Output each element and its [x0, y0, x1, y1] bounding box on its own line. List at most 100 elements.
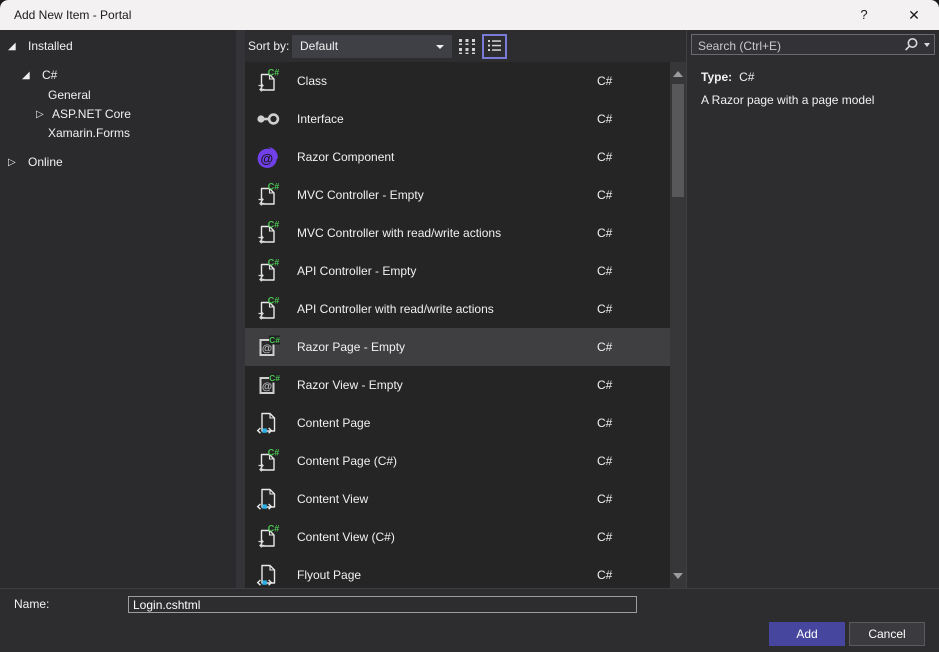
type-label: Type:: [701, 70, 732, 84]
template-item-mvc-controller-with-read-write-actions[interactable]: C#MVC Controller with read/write actions…: [245, 214, 670, 252]
name-input[interactable]: [128, 596, 637, 613]
sort-dropdown[interactable]: Default: [292, 35, 452, 58]
search-box[interactable]: [691, 34, 935, 55]
template-item-razor-page-empty[interactable]: @C# Razor Page - Empty C#: [245, 328, 670, 366]
template-name: Content View: [297, 480, 368, 518]
template-name: Content Page: [297, 404, 370, 442]
name-row: Name:: [0, 588, 939, 620]
sidebar-item-label: ASP.NET Core: [52, 105, 131, 124]
template-language: C#: [597, 556, 612, 588]
search-input[interactable]: [696, 36, 885, 55]
list-view-button[interactable]: [482, 34, 507, 59]
template-item-razor-view-empty[interactable]: @C# Razor View - Empty C#: [245, 366, 670, 404]
template-language: C#: [597, 214, 612, 252]
template-item-content-page[interactable]: Content Page C#: [245, 404, 670, 442]
csharp-file-icon: C#: [254, 67, 282, 95]
template-item-content-page-c[interactable]: C#Content Page (C#)C#: [245, 442, 670, 480]
sidebar-item-label: Installed: [28, 37, 73, 56]
csharp-file-icon: C#: [254, 257, 282, 285]
name-label: Name:: [14, 589, 49, 620]
template-name: Content Page (C#): [297, 442, 397, 480]
close-button[interactable]: ✕: [891, 0, 937, 30]
sidebar-item-asp-net-core[interactable]: ▷ ASP.NET Core: [0, 105, 236, 124]
dialog-buttons-row: Add Cancel: [0, 620, 939, 652]
template-description: A Razor page with a page model: [701, 93, 874, 107]
svg-text:C#: C#: [268, 258, 280, 268]
help-button[interactable]: ?: [841, 0, 887, 30]
template-item-interface[interactable]: Interface C#: [245, 100, 670, 138]
sidebar-item-label: General: [48, 86, 91, 105]
svg-text:C#: C#: [268, 524, 280, 534]
medium-icons-view-button[interactable]: [455, 35, 479, 59]
csharp-file-icon: C#: [254, 447, 282, 475]
svg-text:C#: C#: [268, 296, 280, 306]
svg-text:C#: C#: [269, 335, 280, 345]
razor-page-icon: @C#: [254, 371, 282, 399]
list-view-icon: [486, 37, 503, 57]
template-name: API Controller with read/write actions: [297, 290, 494, 328]
sidebar-item-xamarin-forms[interactable]: Xamarin.Forms: [0, 124, 236, 143]
template-name: Content View (C#): [297, 518, 395, 556]
search-menu-arrow-icon[interactable]: [924, 43, 930, 47]
svg-text:C#: C#: [268, 220, 280, 230]
template-name: API Controller - Empty: [297, 252, 416, 290]
template-name: Razor Component: [297, 138, 394, 176]
scrollbar-thumb[interactable]: [672, 84, 684, 197]
xaml-page-icon: [254, 409, 282, 437]
svg-text:C#: C#: [268, 182, 280, 192]
scroll-up-icon[interactable]: [673, 71, 683, 77]
template-item-mvc-controller-empty[interactable]: C# MVC Controller - Empty C#: [245, 176, 670, 214]
razor-page-icon: @C#: [254, 333, 282, 361]
template-name: Razor View - Empty: [297, 366, 403, 404]
csharp-file-icon: C#: [254, 295, 282, 323]
titlebar: Add New Item - Portal ? ✕: [0, 0, 939, 30]
xaml-page-icon: [254, 561, 282, 588]
template-language: C#: [597, 252, 612, 290]
template-item-api-controller-with-read-write-actions[interactable]: C# API Controller with read/write actions…: [245, 290, 670, 328]
add-button[interactable]: Add: [769, 622, 845, 646]
template-list: C#ClassC#InterfaceC#@Razor ComponentC#C#…: [245, 62, 670, 588]
interface-icon: [254, 105, 282, 133]
type-value: C#: [739, 70, 754, 84]
tree-expanded-icon[interactable]: ◢: [22, 66, 30, 85]
csharp-file-icon: C#: [254, 219, 282, 247]
template-language: C#: [597, 176, 612, 214]
list-scrollbar[interactable]: [670, 62, 687, 588]
template-language: C#: [597, 518, 612, 556]
sidebar-item-c[interactable]: ◢ C#: [0, 66, 236, 85]
type-row: Type: C#: [701, 70, 754, 84]
search-icon[interactable]: [902, 36, 920, 54]
cancel-button[interactable]: Cancel: [849, 622, 925, 646]
svg-text:C#: C#: [268, 68, 280, 78]
template-name: Interface: [297, 100, 344, 138]
svg-text:C#: C#: [269, 373, 280, 383]
tree-expanded-icon[interactable]: ◢: [8, 37, 16, 56]
template-language: C#: [597, 100, 612, 138]
scroll-down-icon[interactable]: [673, 573, 683, 579]
template-item-content-view-c[interactable]: C# Content View (C#) C#: [245, 518, 670, 556]
template-language: C#: [597, 404, 612, 442]
sidebar-item-online[interactable]: ▷Online: [0, 153, 236, 172]
csharp-file-icon: C#: [254, 523, 282, 551]
tree-splitter[interactable]: [236, 30, 245, 588]
sidebar-item-general[interactable]: General: [0, 86, 236, 105]
sidebar-item-label: Xamarin.Forms: [48, 124, 130, 143]
template-item-content-view[interactable]: Content ViewC#: [245, 480, 670, 518]
template-language: C#: [597, 366, 612, 404]
sidebar-item-label: C#: [42, 66, 57, 85]
xaml-page-icon: [254, 485, 282, 513]
template-name: MVC Controller - Empty: [297, 176, 424, 214]
csharp-file-icon: C#: [254, 181, 282, 209]
svg-text:@: @: [260, 151, 273, 166]
template-language: C#: [597, 328, 612, 366]
template-item-razor-component[interactable]: @Razor ComponentC#: [245, 138, 670, 176]
tree-collapsed-icon[interactable]: ▷: [36, 105, 44, 124]
template-name: Razor Page - Empty: [297, 328, 405, 366]
template-item-flyout-page[interactable]: Flyout PageC#: [245, 556, 670, 588]
sidebar-item-installed[interactable]: ◢ Installed: [0, 37, 236, 56]
svg-text:C#: C#: [268, 448, 280, 458]
template-item-class[interactable]: C#ClassC#: [245, 62, 670, 100]
add-new-item-dialog: Add New Item - Portal ? ✕ ◢Installed◢C#G…: [0, 0, 939, 652]
template-item-api-controller-empty[interactable]: C# API Controller - Empty C#: [245, 252, 670, 290]
tree-collapsed-icon[interactable]: ▷: [8, 153, 16, 172]
